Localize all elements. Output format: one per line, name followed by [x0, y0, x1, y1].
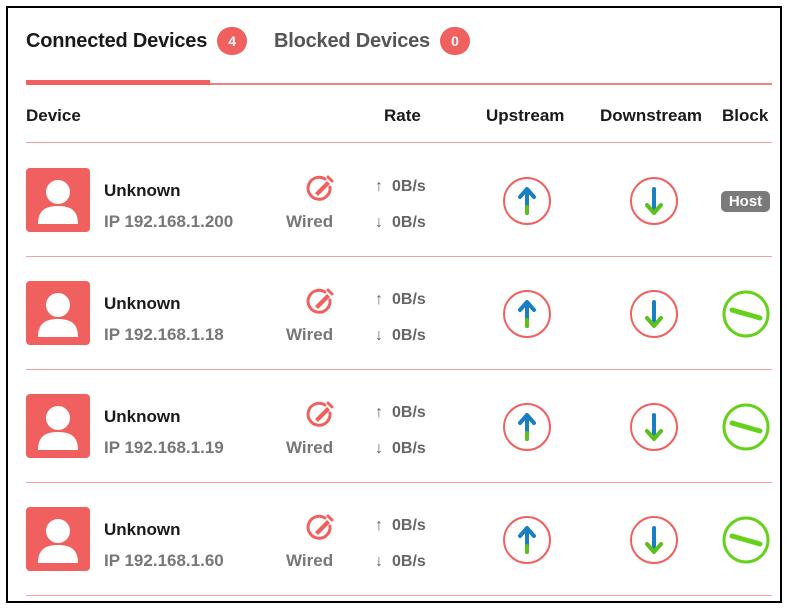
upload-rate-value: 0B/s: [392, 291, 426, 308]
user-avatar-icon: [26, 394, 90, 458]
device-name: Unknown: [104, 520, 181, 539]
rate-down-icon: ↓: [375, 327, 383, 344]
block-toggle-icon[interactable]: [721, 289, 771, 339]
arrow-up-circle-icon: [503, 516, 551, 564]
block-toggle-icon[interactable]: [721, 515, 771, 565]
upstream-limit-button[interactable]: [502, 176, 552, 226]
upload-rate: ↑ 0B/s: [372, 178, 426, 196]
upload-rate: ↑ 0B/s: [372, 404, 426, 422]
device-name: Unknown: [104, 407, 181, 426]
device-row: Unknown IP 192.168.1.200 Wired ↑ 0B/s ↓ 0B…: [8, 144, 780, 257]
device-name: Unknown: [104, 181, 181, 200]
download-rate: ↓ 0B/s: [372, 553, 426, 571]
device-ip: IP 192.168.1.60: [104, 551, 224, 570]
device-management-panel: Connected Devices 4 Blocked Devices 0 De…: [6, 6, 782, 603]
column-block: Block: [722, 106, 769, 125]
edit-pencil-icon[interactable]: [305, 513, 335, 541]
upload-rate-value: 0B/s: [392, 404, 426, 421]
upstream-limit-button[interactable]: [502, 402, 552, 452]
connection-type: Wired: [286, 438, 334, 457]
column-rate: Rate: [384, 106, 421, 125]
arrow-up-circle-icon: [503, 403, 551, 451]
tab-connected-devices[interactable]: Connected Devices 4: [26, 26, 248, 56]
device-row: Unknown IP 192.168.1.19 Wired ↑ 0B/s ↓ 0B/…: [8, 370, 780, 483]
download-rate-value: 0B/s: [392, 553, 426, 570]
tab-connected-devices-label: Connected Devices: [26, 29, 208, 52]
row-divider: [26, 595, 772, 596]
host-badge: Host: [721, 191, 770, 212]
connection-type: Wired: [286, 212, 334, 231]
column-downstream: Downstream: [600, 106, 703, 125]
downstream-limit-button[interactable]: [629, 515, 679, 565]
arrow-down-circle-icon: [630, 177, 678, 225]
connected-count-badge: 4: [217, 27, 248, 55]
upload-rate-value: 0B/s: [392, 178, 426, 195]
arrow-down-circle-icon: [630, 290, 678, 338]
active-tab-indicator: [26, 80, 210, 85]
edit-pencil-icon[interactable]: [305, 174, 335, 202]
column-device: Device: [26, 106, 81, 125]
edit-pencil-icon[interactable]: [305, 400, 335, 428]
download-rate: ↓ 0B/s: [372, 440, 426, 458]
user-avatar-icon: [26, 168, 90, 232]
rate-down-icon: ↓: [375, 553, 383, 570]
block-toggle-icon[interactable]: [721, 402, 771, 452]
download-rate-value: 0B/s: [392, 214, 426, 231]
arrow-up-circle-icon: [503, 177, 551, 225]
device-ip: IP 192.168.1.200: [104, 212, 234, 231]
download-rate: ↓ 0B/s: [372, 214, 426, 232]
arrow-down-circle-icon: [630, 516, 678, 564]
rate-up-icon: ↑: [375, 404, 383, 421]
downstream-limit-button[interactable]: [629, 176, 679, 226]
user-avatar-icon: [26, 507, 90, 571]
arrow-up-circle-icon: [503, 290, 551, 338]
upstream-limit-button[interactable]: [502, 289, 552, 339]
blocked-count-badge: 0: [439, 27, 470, 55]
download-rate-value: 0B/s: [392, 327, 426, 344]
upload-rate: ↑ 0B/s: [372, 291, 426, 309]
rate-down-icon: ↓: [375, 214, 383, 231]
user-avatar-icon: [26, 281, 90, 345]
connection-type: Wired: [286, 551, 334, 570]
edit-pencil-icon[interactable]: [305, 287, 335, 315]
device-row: Unknown IP 192.168.1.18 Wired ↑ 0B/s ↓ 0B/…: [8, 257, 780, 370]
download-rate: ↓ 0B/s: [372, 327, 426, 345]
device-ip: IP 192.168.1.18: [104, 325, 224, 344]
header-divider: [26, 142, 772, 143]
rate-up-icon: ↑: [375, 291, 383, 308]
column-upstream: Upstream: [486, 106, 565, 125]
upload-rate: ↑ 0B/s: [372, 517, 426, 535]
arrow-down-circle-icon: [630, 403, 678, 451]
table-header: Device Rate Upstream Downstream Block: [8, 106, 780, 130]
rate-down-icon: ↓: [375, 440, 383, 457]
downstream-limit-button[interactable]: [629, 289, 679, 339]
device-ip: IP 192.168.1.19: [104, 438, 224, 457]
rate-up-icon: ↑: [375, 517, 383, 534]
device-row: Unknown IP 192.168.1.60 Wired ↑ 0B/s ↓ 0B/…: [8, 483, 780, 596]
device-name: Unknown: [104, 294, 181, 313]
connection-type: Wired: [286, 325, 334, 344]
download-rate-value: 0B/s: [392, 440, 426, 457]
upstream-limit-button[interactable]: [502, 515, 552, 565]
rate-up-icon: ↑: [375, 178, 383, 195]
tab-blocked-devices-label: Blocked Devices: [274, 29, 430, 52]
upload-rate-value: 0B/s: [392, 517, 426, 534]
downstream-limit-button[interactable]: [629, 402, 679, 452]
tab-blocked-devices[interactable]: Blocked Devices 0: [274, 26, 470, 56]
